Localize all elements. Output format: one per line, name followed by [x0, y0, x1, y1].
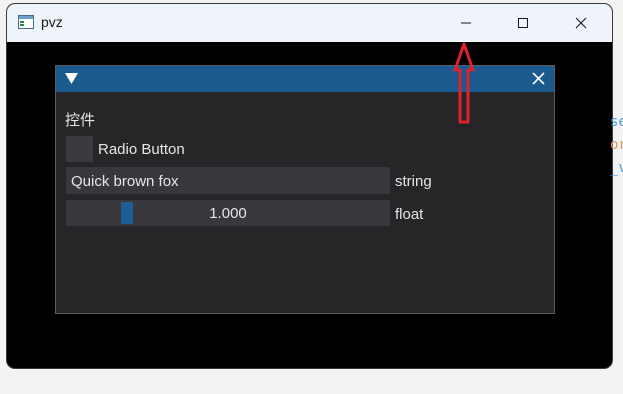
- minimize-button[interactable]: [443, 4, 489, 42]
- code-peek-line: se: [610, 114, 623, 130]
- close-window-button[interactable]: [558, 4, 604, 42]
- close-icon: [575, 17, 587, 29]
- slider-value-text: 1.000: [209, 205, 247, 222]
- radio-button-label: Radio Button: [98, 141, 185, 158]
- float-slider-label: float: [395, 206, 424, 223]
- app-window-icon: [18, 15, 34, 29]
- code-peek-line: or: [610, 137, 623, 153]
- radio-button[interactable]: [66, 136, 93, 162]
- string-input-label: string: [395, 173, 432, 190]
- app-window: pvz 控件 Radio Button Quick brown fox stri…: [7, 4, 612, 368]
- panel-header[interactable]: [56, 66, 554, 92]
- window-title: pvz: [41, 14, 63, 30]
- title-bar[interactable]: pvz: [7, 4, 612, 42]
- string-input-field[interactable]: Quick brown fox: [66, 167, 390, 194]
- maximize-button[interactable]: [500, 4, 546, 42]
- collapse-triangle-icon[interactable]: [65, 73, 78, 84]
- section-title: 控件: [65, 112, 96, 129]
- code-peek-line: _v: [610, 160, 623, 176]
- minimize-icon: [461, 22, 471, 24]
- red-arrow-annotation-icon: [453, 42, 475, 124]
- float-slider[interactable]: 1.000: [66, 200, 390, 226]
- imgui-panel: 控件 Radio Button Quick brown fox string 1…: [55, 65, 555, 314]
- close-icon[interactable]: [531, 71, 546, 86]
- maximize-icon: [518, 18, 528, 28]
